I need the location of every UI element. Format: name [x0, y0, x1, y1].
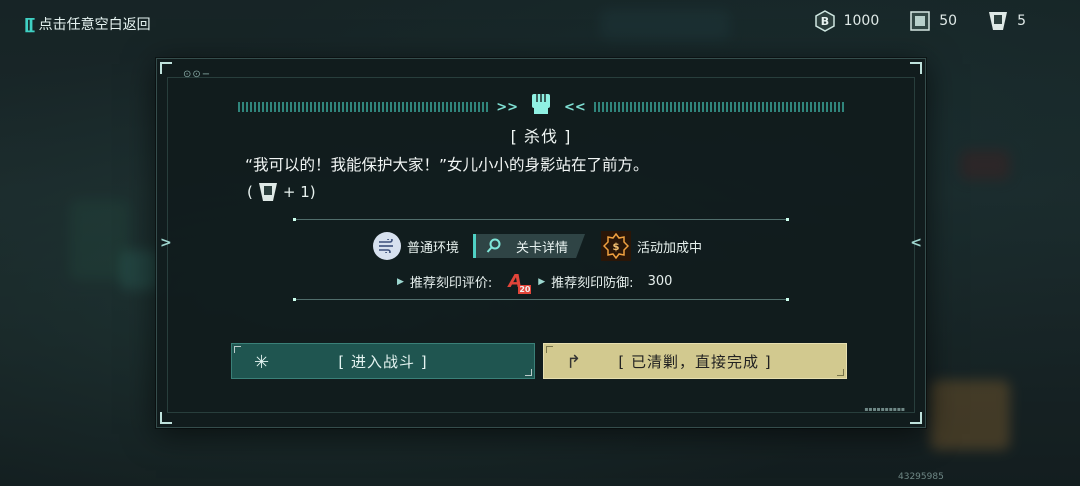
band-stripe — [593, 102, 844, 112]
player-id: 43295985 — [898, 472, 944, 482]
reward-amount: + 1) — [282, 183, 316, 201]
recommend-row: ▶ 推荐刻印评价: A 20 ▶ 推荐刻印防御: 300 — [397, 271, 673, 294]
recommend-defense-label: 推荐刻印防御: — [551, 276, 634, 291]
band-stripe — [238, 102, 489, 112]
quick-complete-button[interactable]: ↱ [ 已清剿，直接完成 ] — [543, 343, 847, 379]
emblem-ticket-icon — [258, 183, 277, 201]
environment-label: 普通环境 — [407, 240, 460, 256]
recommend-rating-label: 推荐刻印评价: — [409, 276, 493, 291]
stage-detail-button[interactable]: 关卡详情 — [473, 234, 586, 258]
stage-quote: “我可以的！我能保护大家！”女儿小小的身影站在了前方。 — [245, 156, 649, 174]
button-corner — [525, 369, 532, 376]
button-corner — [234, 346, 241, 353]
enter-battle-button[interactable]: ✳ [ 进入战斗 ] — [231, 343, 535, 379]
frame-code-decoration: ▪▪▪▪▪▪▪▪▪▪ — [864, 406, 905, 413]
activity-bonus-icon[interactable]: $ — [601, 231, 632, 261]
back-bracket-icon: [[ — [24, 14, 36, 34]
svg-text:B: B — [820, 15, 828, 28]
info-row: 普通环境 关卡详情 $ 活动加成中 — [373, 231, 702, 261]
quick-complete-label: [ 已清剿，直接完成 ] — [618, 352, 772, 371]
recommend-defense-value: 300 — [647, 274, 673, 289]
frame-corner — [910, 62, 922, 74]
reward-open-paren: ( — [247, 183, 253, 201]
activity-label: 活动加成中 — [637, 240, 703, 256]
resource-emblem-value: 5 — [1017, 13, 1026, 29]
frame-corner — [910, 412, 922, 424]
resource-card[interactable]: 50 — [909, 10, 957, 32]
back-button[interactable]: [[ 点击任意空白返回 — [24, 12, 151, 36]
reward-line: ( + 1) — [247, 181, 316, 203]
resource-bar: B 1000 50 5 — [814, 10, 1026, 32]
resource-b-coin[interactable]: B 1000 — [814, 10, 880, 32]
chevron-right-icon: > — [160, 235, 172, 251]
button-corner — [837, 369, 844, 376]
triangle-right-icon: ▶ — [397, 276, 404, 287]
double-chevron-right-icon: >> — [496, 99, 518, 115]
stage-detail-label: 关卡详情 — [516, 240, 569, 256]
stage-dialog: > < ⊙⊙− >> << [ 杀伐 ] “我可以的！我能保护大家！”女儿小小的… — [156, 58, 926, 428]
header-band: >> << — [227, 94, 855, 117]
emblem-ticket-icon — [987, 10, 1009, 32]
b-coin-icon: B — [814, 10, 836, 32]
divider — [293, 298, 789, 301]
chevron-left-icon: < — [910, 235, 922, 251]
fist-icon — [532, 94, 550, 114]
divider — [293, 218, 789, 221]
enter-battle-label: [ 进入战斗 ] — [338, 352, 428, 371]
resource-b-coin-value: 1000 — [843, 13, 880, 29]
rating-grade-level: 20 — [518, 285, 532, 294]
frame-corner — [160, 412, 172, 424]
double-chevron-left-icon: << — [564, 99, 586, 115]
wind-icon[interactable] — [373, 232, 401, 260]
button-corner — [546, 346, 553, 353]
svg-text:$: $ — [613, 242, 620, 253]
triangle-right-icon: ▶ — [538, 276, 546, 287]
resource-card-value: 50 — [939, 13, 958, 29]
search-icon — [486, 238, 501, 253]
frame-dots-icon: ⊙⊙− — [183, 69, 212, 80]
forward-arrow-icon: ↱ — [566, 352, 583, 373]
rating-grade-badge: A 20 — [508, 271, 532, 294]
frame-corner — [160, 62, 172, 74]
back-label: 点击任意空白返回 — [38, 17, 151, 33]
stage-title: [ 杀伐 ] — [510, 127, 572, 146]
resource-emblem[interactable]: 5 — [987, 10, 1026, 32]
crossed-swords-icon: ✳ — [254, 352, 271, 373]
card-icon — [909, 10, 931, 32]
